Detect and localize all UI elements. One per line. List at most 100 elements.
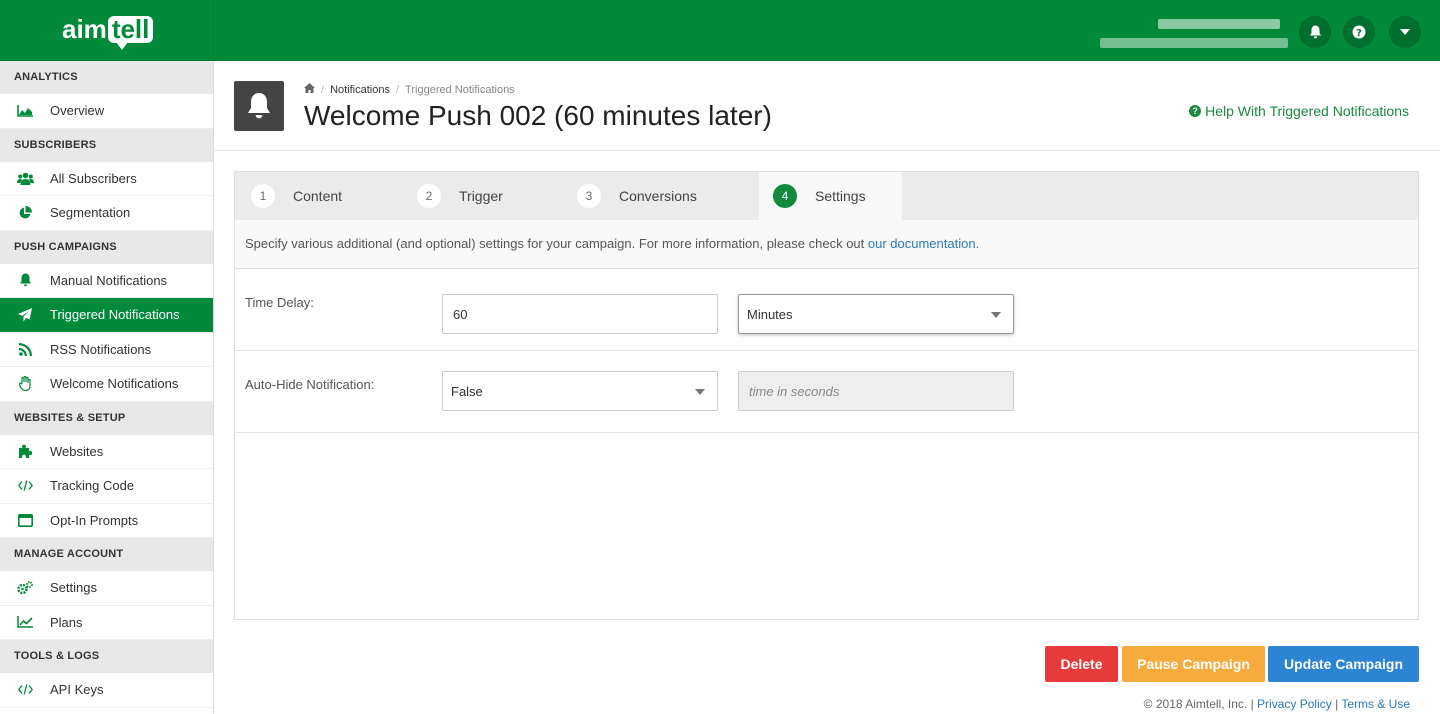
area-chart-icon: [16, 103, 34, 119]
sidebar-item-label: API Keys: [50, 682, 104, 698]
time-delay-input[interactable]: 60: [442, 294, 718, 334]
question-circle-icon: ?: [1189, 105, 1202, 117]
sidebar-item-label: Segmentation: [50, 205, 131, 221]
caret-down-icon: [1400, 29, 1410, 35]
sidebar-item-opt-in-prompts[interactable]: Opt-In Prompts: [0, 504, 213, 538]
sidebar-item-plans[interactable]: Plans: [0, 606, 213, 640]
documentation-link[interactable]: our documentation: [868, 236, 976, 251]
aimtell-logo[interactable]: aim tell: [62, 14, 154, 50]
sidebar-item-settings[interactable]: Settings: [0, 571, 213, 606]
tab-number: 3: [577, 184, 601, 208]
sidebar-item-label: All Subscribers: [50, 170, 137, 186]
hand-wave-icon: [16, 376, 34, 392]
tab-number: 1: [251, 184, 275, 208]
terms-link[interactable]: Terms & Use: [1341, 697, 1410, 711]
sidebar-item-label: Triggered Notifications: [50, 307, 180, 323]
page-title: Welcome Push 002 (60 minutes later): [304, 100, 772, 131]
account-menu-button[interactable]: [1389, 16, 1421, 48]
privacy-policy-link[interactable]: Privacy Policy: [1257, 697, 1332, 711]
sidebar-item-segmentation[interactable]: Segmentation: [0, 196, 213, 231]
tab-number: 2: [417, 184, 441, 208]
pause-campaign-button[interactable]: Pause Campaign: [1122, 646, 1265, 682]
tab-conversions[interactable]: 3 Conversions: [577, 172, 697, 220]
bell-icon: [248, 93, 270, 119]
top-bar: aim tell ?: [0, 0, 1440, 61]
bell-icon: [1309, 25, 1321, 39]
sidebar-item-welcome-notifications[interactable]: Welcome Notifications: [0, 367, 213, 402]
update-campaign-button[interactable]: Update Campaign: [1268, 646, 1419, 682]
sidebar-item-rss-notifications[interactable]: RSS Notifications: [0, 333, 213, 367]
auto-hide-row: Auto-Hide Notification: False time in se…: [235, 351, 1418, 433]
section-subscribers: SUBSCRIBERS: [0, 128, 213, 162]
page-bell-icon-box: [234, 81, 284, 131]
logo-text-right: tell: [111, 14, 150, 44]
delete-button[interactable]: Delete: [1045, 646, 1118, 682]
help-link[interactable]: ? Help With Triggered Notifications: [1189, 103, 1409, 119]
pie-chart-icon: [16, 205, 34, 221]
tab-label: Conversions: [619, 188, 697, 204]
rss-icon: [16, 341, 34, 357]
breadcrumb-separator: /: [395, 83, 400, 96]
auto-hide-seconds-input: time in seconds: [738, 371, 1014, 411]
section-push-campaigns: PUSH CAMPAIGNS: [0, 230, 213, 264]
sidebar-item-all-subscribers[interactable]: All Subscribers: [0, 162, 213, 196]
sidebar-item-label: Welcome Notifications: [50, 376, 179, 392]
sidebar-item-triggered-notifications[interactable]: Triggered Notifications: [0, 298, 213, 333]
code-icon: [16, 682, 34, 698]
logo-bubble: tell: [107, 14, 154, 50]
breadcrumb: / Notifications / Triggered Notification…: [304, 83, 515, 96]
puzzle-icon: [16, 443, 34, 459]
sidebar: ANALYTICS Overview SUBSCRIBERS All Subsc…: [0, 61, 214, 714]
sidebar-item-tracking-code[interactable]: Tracking Code: [0, 469, 213, 504]
description-text: Specify various additional (and optional…: [245, 236, 868, 251]
breadcrumb-separator: /: [321, 83, 325, 96]
settings-description: Specify various additional (and optional…: [235, 220, 1418, 269]
sidebar-item-websites[interactable]: Websites: [0, 435, 213, 469]
time-delay-label: Time Delay:: [245, 295, 314, 310]
breadcrumb-notifications[interactable]: Notifications: [330, 84, 390, 96]
sidebar-item-api-keys[interactable]: API Keys: [0, 673, 213, 708]
footer-separator: |: [1335, 697, 1339, 711]
users-icon: [16, 170, 34, 186]
logo-area: aim tell: [0, 0, 214, 61]
sidebar-item-label: Plans: [50, 614, 83, 630]
line-chart-icon: [16, 614, 34, 630]
section-analytics: ANALYTICS: [0, 61, 213, 94]
sidebar-item-overview[interactable]: Overview: [0, 94, 213, 129]
breadcrumb-triggered-notifications: Triggered Notifications: [405, 83, 515, 96]
section-websites-setup: WEBSITES & SETUP: [0, 401, 213, 435]
time-unit-value: Minutes: [747, 307, 793, 322]
section-manage-account: MANAGE ACCOUNT: [0, 538, 213, 571]
sidebar-item-label: Opt-In Prompts: [50, 512, 139, 528]
sidebar-item-label: Settings: [50, 580, 97, 596]
tab-settings[interactable]: 4 Settings: [759, 172, 902, 220]
code-icon: [16, 478, 34, 494]
tab-content[interactable]: 1 Content: [251, 172, 342, 220]
sidebar-item-label: RSS Notifications: [50, 341, 152, 357]
tab-label: Trigger: [459, 188, 503, 204]
svg-text:?: ?: [1356, 28, 1362, 39]
header-divider: [214, 150, 1440, 151]
time-delay-row: Time Delay: 60 Minutes: [235, 269, 1418, 351]
documentation-link-suffix: .: [975, 236, 980, 251]
question-icon: ?: [1352, 25, 1366, 39]
logo-text-left: aim: [62, 14, 107, 44]
sidebar-item-manual-notifications[interactable]: Manual Notifications: [0, 264, 213, 298]
tab-trigger[interactable]: 2 Trigger: [417, 172, 503, 220]
notifications-button[interactable]: [1299, 16, 1331, 48]
tab-bar: 1 Content 2 Trigger 3 Conversions 4 Sett…: [235, 172, 1418, 220]
tab-label: Content: [293, 188, 343, 204]
cogs-icon: [16, 580, 34, 596]
help-link-label: Help With Triggered Notifications: [1205, 103, 1409, 119]
user-email-redacted: [1100, 38, 1288, 48]
auto-hide-label: Auto-Hide Notification:: [245, 377, 375, 392]
footer-copyright: © 2018 Aimtell, Inc. |: [1143, 697, 1254, 711]
sidebar-item-label: Tracking Code: [50, 478, 135, 494]
home-icon[interactable]: [304, 83, 315, 96]
auto-hide-select[interactable]: False: [442, 371, 718, 411]
auto-hide-value: False: [451, 384, 483, 399]
footer: © 2018 Aimtell, Inc. | Privacy Policy | …: [1144, 697, 1410, 711]
bell-icon: [16, 272, 34, 288]
help-button[interactable]: ?: [1343, 16, 1375, 48]
time-unit-select[interactable]: Minutes: [738, 294, 1014, 334]
